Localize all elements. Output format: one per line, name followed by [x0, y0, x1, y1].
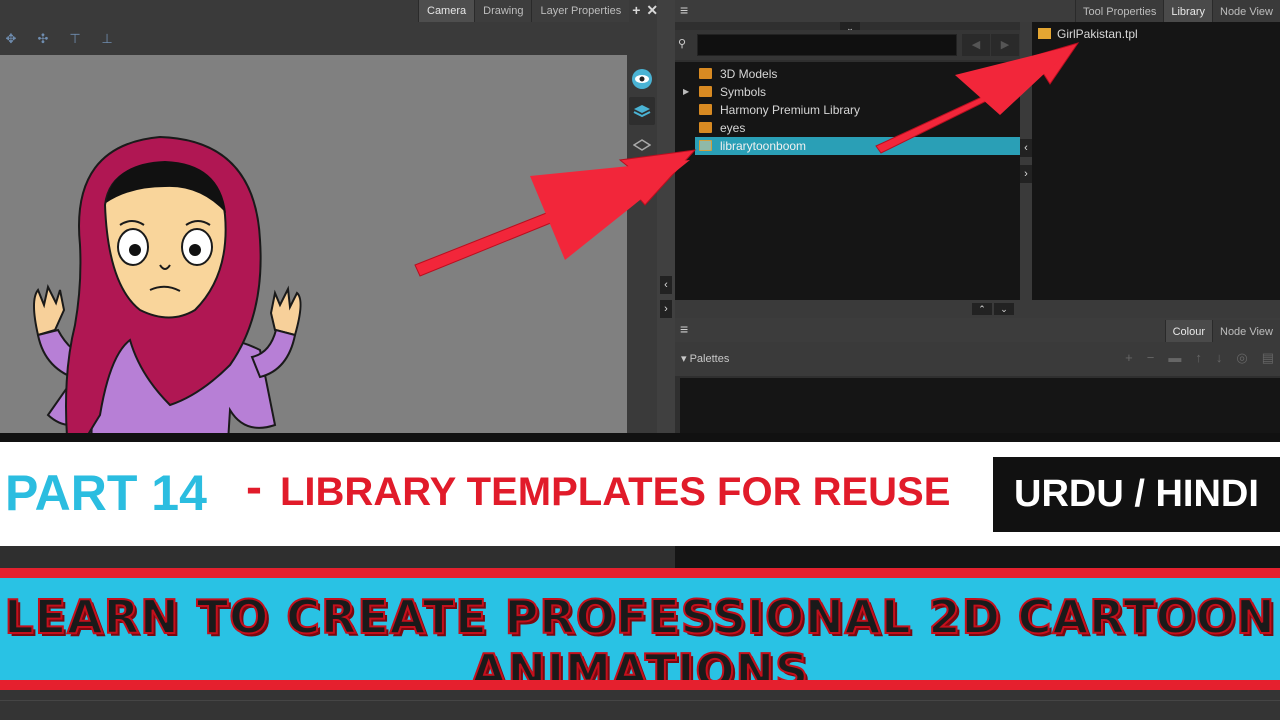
library-search-row: ⚲ ◀ ▶: [675, 30, 1020, 60]
palette-browser-icon[interactable]: ▤: [1262, 350, 1274, 366]
camera-tab-bar: Camera Drawing Layer Properties + ✕: [418, 0, 661, 22]
tree-item-harmony-premium-library[interactable]: Harmony Premium Library: [675, 101, 1020, 119]
tab-library[interactable]: Library: [1163, 0, 1212, 22]
add-tab-button[interactable]: +: [629, 0, 643, 22]
library-header: ≡ Tool Properties Library Node View: [675, 0, 1280, 22]
library-file-list: GirlPakistan.tpl: [1032, 22, 1280, 302]
bone-tool-icon[interactable]: ✥: [0, 30, 22, 48]
tree-item-librarytoonboom[interactable]: librarytoonboom: [695, 137, 1020, 155]
move-up-icon[interactable]: ↑: [1195, 350, 1202, 366]
screen: Camera Drawing Layer Properties + ✕ ✥ ✣ …: [0, 0, 1280, 720]
folder-icon: [699, 86, 712, 97]
chevron-left-icon[interactable]: ‹: [660, 276, 672, 294]
template-folder-icon: [1038, 28, 1051, 39]
tree-item-label: Harmony Premium Library: [720, 103, 861, 117]
title-banner: PART 14 - LIBRARY TEMPLATES FOR REUSE UR…: [0, 442, 1280, 546]
tab-layer-properties[interactable]: Layer Properties: [531, 0, 630, 22]
palette-list-lower: [675, 546, 1280, 568]
tagline-strip: LEARN TO CREATE PROFESSIONAL 2D CARTOON …: [0, 578, 1280, 699]
language-badge: URDU / HINDI: [993, 457, 1280, 532]
eye-icon[interactable]: [629, 65, 655, 93]
folder-icon: [699, 68, 712, 79]
tab-colour[interactable]: Colour: [1164, 320, 1212, 342]
forward-button[interactable]: ▶: [991, 34, 1019, 56]
tagline-border-top: [0, 568, 1280, 578]
camera-toolbar: Camera Drawing Layer Properties + ✕ ✥ ✣ …: [0, 0, 660, 55]
menu-icon[interactable]: ≡: [680, 2, 688, 18]
file-item-label: GirlPakistan.tpl: [1057, 27, 1138, 41]
colour-tab-bar: Colour Node View: [1164, 320, 1280, 342]
tree-item-eyes[interactable]: eyes: [675, 119, 1020, 137]
banner-border: [0, 433, 1280, 442]
layers-icon[interactable]: [629, 97, 655, 125]
chevron-left-icon[interactable]: ‹: [1020, 139, 1032, 157]
tab-drawing[interactable]: Drawing: [474, 0, 532, 22]
camera-stage[interactable]: [0, 55, 627, 490]
library-tree: 3D Models ▶ Symbols Harmony Premium Libr…: [675, 62, 1020, 300]
episode-topic: LIBRARY TEMPLATES FOR REUSE: [280, 470, 951, 514]
pivot-tool-icon[interactable]: ✣: [32, 30, 54, 48]
tagline-border-bottom: [0, 680, 1280, 690]
file-item-girlpakistan[interactable]: GirlPakistan.tpl: [1038, 27, 1138, 41]
panel-divider[interactable]: [657, 0, 675, 435]
onion-skin-icon[interactable]: [629, 131, 655, 159]
tree-item-label: Symbols: [720, 85, 767, 99]
add-peg-icon[interactable]: ⊤: [64, 30, 86, 48]
library-search-input[interactable]: [697, 34, 957, 56]
folder-icon: [699, 140, 712, 151]
tab-node-view[interactable]: Node View: [1212, 0, 1280, 22]
chevron-down-icon[interactable]: ⌄: [994, 303, 1014, 315]
palette-options-icon[interactable]: ◎: [1236, 350, 1247, 366]
library-tab-bar: Tool Properties Library Node View: [1075, 0, 1280, 22]
expand-arrow-icon[interactable]: ▶: [683, 83, 689, 101]
title-dash: -: [246, 461, 262, 514]
add-palette-icon[interactable]: +: [1125, 350, 1133, 366]
folder-icon: [699, 122, 712, 133]
tree-item-label: librarytoonboom: [720, 139, 807, 153]
tree-item-3d-models[interactable]: 3D Models: [675, 65, 1020, 83]
tab-camera[interactable]: Camera: [418, 0, 475, 22]
move-down-icon[interactable]: ↓: [1216, 350, 1223, 366]
timeline-divider: [0, 700, 1280, 701]
chevron-right-icon[interactable]: ›: [1020, 165, 1032, 183]
tab-node-view-2[interactable]: Node View: [1212, 320, 1280, 342]
menu-icon[interactable]: ≡: [680, 321, 688, 337]
palette-tools: + − ▬ ↑ ↓ ◎ ▤: [1125, 350, 1274, 366]
tree-item-label: eyes: [720, 121, 746, 135]
palettes-label: Palettes: [689, 353, 730, 365]
library-splitter[interactable]: [1020, 22, 1032, 302]
back-button[interactable]: ◀: [962, 34, 990, 56]
timeline-strip: [0, 690, 1280, 720]
camera-side-toolbar: [627, 55, 657, 435]
part-number: PART 14: [5, 465, 207, 521]
palettes-toolbar: ▾ Palettes + − ▬ ↑ ↓ ◎ ▤: [675, 342, 1280, 376]
add-layer-icon[interactable]: ⊥: [96, 30, 118, 48]
tab-tool-properties[interactable]: Tool Properties: [1075, 0, 1164, 22]
folder-icon: [699, 104, 712, 115]
colour-header: ≡ Colour Node View: [675, 318, 1280, 342]
tree-item-label: 3D Models: [720, 67, 778, 81]
remove-palette-icon[interactable]: −: [1147, 350, 1155, 366]
tree-item-symbols[interactable]: ▶ Symbols: [675, 83, 1020, 101]
search-icon: ⚲: [678, 38, 687, 50]
palette-folder-icon[interactable]: ▬: [1168, 350, 1181, 366]
camera-tools: ✥ ✣ ⊤ ⊥: [0, 30, 118, 48]
palettes-section[interactable]: ▾ Palettes: [681, 352, 729, 365]
palette-list[interactable]: [680, 378, 1280, 438]
chevron-up-icon[interactable]: ⌃: [972, 303, 992, 315]
chevron-right-icon[interactable]: ›: [660, 300, 672, 318]
